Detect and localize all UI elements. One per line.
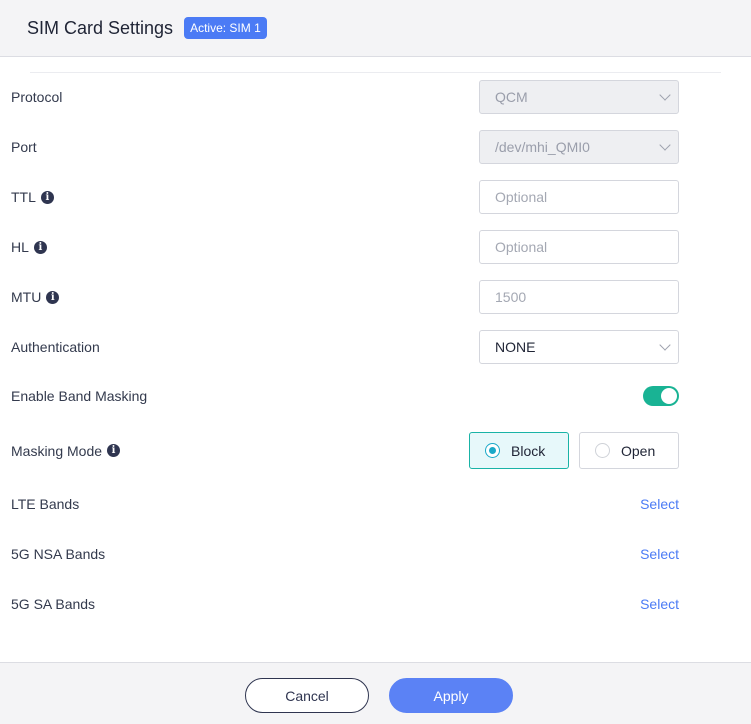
info-icon[interactable]: i [40, 190, 54, 204]
mtu-label-text: MTU [11, 289, 42, 305]
protocol-select[interactable]: QCM [479, 80, 679, 114]
hl-label-text: HL [11, 239, 29, 255]
chevron-down-icon [659, 139, 671, 151]
dialog-footer: Cancel Apply [0, 662, 751, 724]
page-title: SIM Card Settings [27, 17, 174, 38]
band-masking-row: Enable Band Masking [11, 386, 679, 406]
apply-button[interactable]: Apply [389, 678, 513, 713]
authentication-value: NONE [495, 339, 536, 355]
port-select[interactable]: /dev/mhi_QMI0 [479, 130, 679, 164]
info-icon[interactable]: i [107, 444, 121, 457]
ttl-field[interactable] [479, 180, 679, 214]
info-icon[interactable]: i [46, 290, 60, 304]
radio-unselected-icon [595, 443, 610, 458]
protocol-label: Protocol [11, 89, 63, 105]
chevron-down-icon [659, 339, 671, 351]
sa-bands-select-link[interactable]: Select [640, 596, 679, 612]
masking-mode-block-label: Block [511, 442, 546, 459]
mtu-field[interactable] [479, 280, 679, 314]
masking-mode-open-option[interactable]: Open [579, 432, 679, 469]
protocol-value: QCM [495, 89, 528, 105]
hl-row: HL i [11, 230, 679, 264]
info-icon[interactable]: i [33, 240, 47, 254]
protocol-row: Protocol QCM [11, 80, 679, 114]
ttl-row: TTL i [11, 180, 679, 214]
masking-mode-label: Masking Mode i [11, 442, 121, 459]
ttl-label: TTL i [11, 189, 54, 205]
port-label: Port [11, 139, 37, 155]
authentication-select[interactable]: NONE [479, 330, 679, 364]
mtu-input[interactable] [495, 289, 678, 305]
band-masking-toggle[interactable] [643, 386, 679, 406]
lte-bands-label: LTE Bands [11, 496, 80, 512]
toggle-knob [661, 388, 677, 404]
nsa-bands-label: 5G NSA Bands [11, 546, 106, 562]
port-row: Port /dev/mhi_QMI0 [11, 130, 679, 164]
active-sim-badge: Active: SIM 1 [184, 17, 267, 39]
dialog-header: SIM Card Settings Active: SIM 1 [0, 0, 751, 57]
sa-bands-row: 5G SA Bands Select [11, 596, 679, 612]
lte-bands-select-link[interactable]: Select [640, 496, 679, 512]
nsa-bands-select-link[interactable]: Select [640, 546, 679, 562]
masking-mode-label-text: Masking Mode [11, 442, 103, 459]
masking-mode-block-option[interactable]: Block [469, 432, 569, 469]
nsa-bands-row: 5G NSA Bands Select [11, 546, 679, 562]
band-masking-label: Enable Band Masking [11, 388, 148, 404]
sa-bands-label: 5G SA Bands [11, 596, 96, 612]
lte-bands-row: LTE Bands Select [11, 496, 679, 512]
chevron-down-icon [659, 89, 671, 101]
masking-mode-radio-group: Block Open [469, 432, 679, 469]
ttl-input[interactable] [495, 189, 678, 205]
mtu-label: MTU i [11, 289, 60, 305]
hl-input[interactable] [495, 239, 678, 255]
hl-field[interactable] [479, 230, 679, 264]
authentication-row: Authentication NONE [11, 330, 679, 364]
authentication-label: Authentication [11, 339, 100, 355]
hl-label: HL i [11, 239, 47, 255]
settings-form [30, 72, 721, 73]
mtu-row: MTU i [11, 280, 679, 314]
masking-mode-row: Masking Mode i Block Open [11, 432, 679, 469]
radio-selected-icon [485, 443, 500, 458]
masking-mode-open-label: Open [621, 442, 656, 459]
cancel-button[interactable]: Cancel [245, 678, 369, 713]
ttl-label-text: TTL [11, 189, 36, 205]
port-value: /dev/mhi_QMI0 [495, 139, 590, 155]
